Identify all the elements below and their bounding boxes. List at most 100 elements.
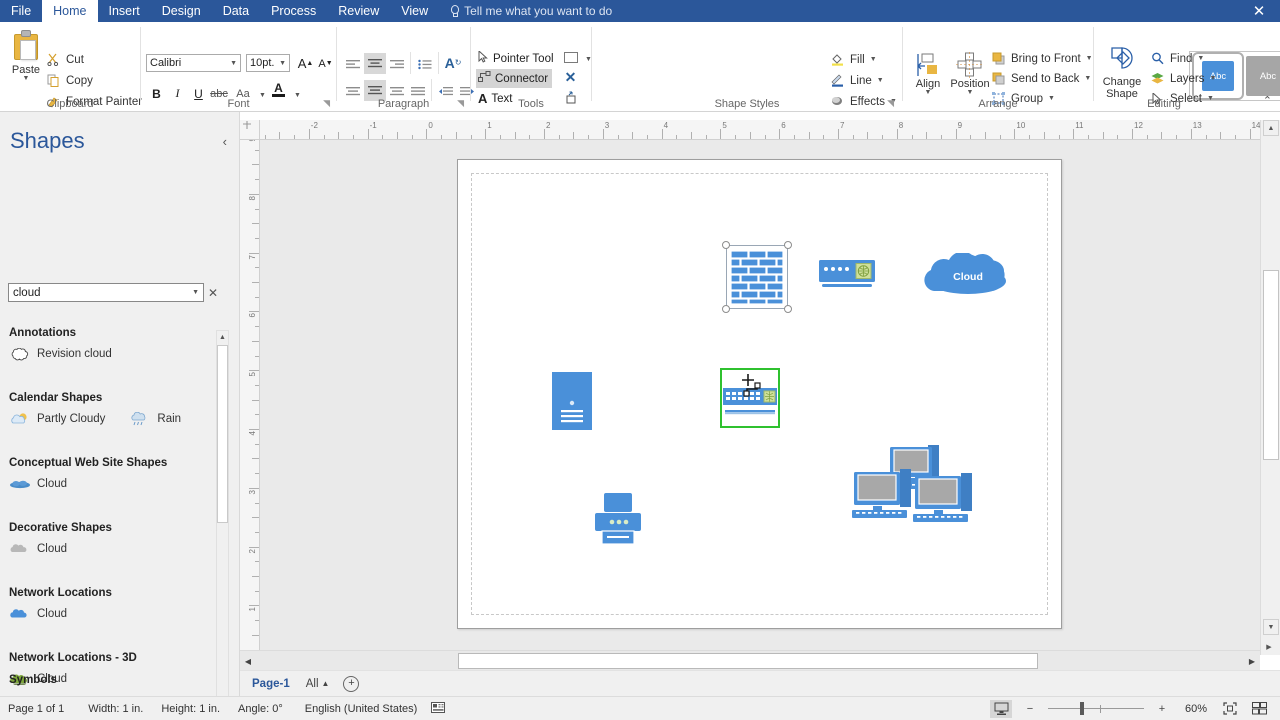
collapse-ribbon-button[interactable]: ⌃ — [1263, 94, 1272, 107]
chevron-down-icon[interactable]: ▼ — [949, 89, 991, 96]
printer-shape[interactable] — [593, 493, 643, 547]
stencil-item-partly-cloudy[interactable]: Partly Cloudy — [9, 412, 105, 426]
tab-home[interactable]: Home — [42, 0, 98, 22]
ruler-origin-corner[interactable] — [240, 120, 260, 140]
align-left-button[interactable] — [343, 55, 363, 74]
selection-handle-sw[interactable] — [722, 305, 730, 313]
vertical-scrollbar-thumb[interactable] — [1263, 270, 1279, 460]
pointer-dropdown-button[interactable] — [561, 48, 580, 67]
canvas-horizontal-scrollbar[interactable]: ◀ ▶ — [240, 650, 1260, 670]
paragraph-dialog-launcher[interactable]: ◥ — [457, 98, 464, 109]
presentation-mode-button[interactable] — [1248, 700, 1270, 718]
stencil-item-cloud-network[interactable]: Cloud — [9, 607, 67, 621]
font-family-input[interactable]: Calibri ▼ — [146, 54, 241, 72]
chevron-down-icon[interactable]: ▼ — [230, 60, 237, 67]
canvas-vertical-scrollbar[interactable]: ▲ ▼ ▶ — [1260, 120, 1280, 655]
align-button[interactable]: Align ▼ — [907, 48, 949, 96]
connector-tool-button[interactable]: Connector — [476, 69, 553, 88]
stencil-item-cloud-decorative[interactable]: Cloud — [9, 542, 67, 556]
scrollbar-thumb[interactable] — [217, 345, 228, 523]
layers-button[interactable]: Layers ▼ — [1150, 69, 1216, 88]
chevron-down-icon[interactable]: ▼ — [870, 56, 877, 63]
paste-button[interactable]: Paste ▼ — [6, 28, 46, 96]
grow-font-button[interactable]: A ▲ — [296, 54, 315, 73]
shapes-panel-scrollbar[interactable]: ▲ ▼ — [216, 330, 229, 720]
chevron-down-icon[interactable]: ▼ — [279, 60, 286, 67]
zoom-slider[interactable] — [1048, 701, 1144, 717]
horizontal-scrollbar-thumb[interactable] — [458, 653, 1038, 669]
chevron-down-icon[interactable]: ▼ — [1084, 75, 1091, 82]
fill-button[interactable]: Fill ▼ — [830, 50, 877, 69]
horizontal-ruler[interactable]: -3-2-101234567891011121314 — [260, 120, 1260, 140]
tell-me-box[interactable]: Tell me what you want to do — [439, 0, 622, 22]
chevron-down-icon[interactable]: ▼ — [877, 77, 884, 84]
zoom-out-button[interactable]: − — [1019, 700, 1041, 718]
zoom-percent-label[interactable]: 60% — [1180, 703, 1212, 715]
tab-view[interactable]: View — [390, 0, 439, 22]
tab-file[interactable]: File — [0, 0, 42, 22]
stencil-item-revision-cloud[interactable]: Revision cloud — [9, 347, 112, 361]
bring-to-front-button[interactable]: Bring to Front ▼ — [991, 49, 1093, 68]
font-size-input[interactable]: 10pt. ▼ — [246, 54, 290, 72]
pan-right-icon[interactable]: ▶ — [1261, 639, 1277, 655]
stencil-item-rain[interactable]: Rain — [129, 412, 181, 426]
pointer-tool-button[interactable]: Pointer Tool — [476, 49, 558, 68]
scroll-left-icon[interactable]: ◀ — [240, 653, 256, 669]
close-icon[interactable]: ✕ — [1238, 0, 1280, 22]
zoom-in-button[interactable]: + — [1151, 700, 1173, 718]
send-to-back-button[interactable]: Send to Back ▼ — [991, 69, 1091, 88]
macro-recorder-icon[interactable] — [431, 701, 446, 717]
shape-search-input[interactable]: cloud ▼ — [8, 283, 204, 302]
chevron-down-icon[interactable]: ▼ — [192, 289, 199, 296]
scroll-up-icon[interactable]: ▲ — [1263, 120, 1279, 136]
chevron-down-icon[interactable]: ▼ — [907, 89, 949, 96]
tab-design[interactable]: Design — [151, 0, 212, 22]
find-button[interactable]: Find ▼ — [1150, 49, 1204, 68]
clear-search-icon[interactable]: ✕ — [208, 286, 218, 300]
cloud-shape[interactable]: Cloud — [918, 251, 1018, 297]
font-color-button[interactable]: A — [269, 80, 288, 99]
scroll-down-icon[interactable]: ▼ — [1263, 619, 1279, 635]
shape-styles-dialog-launcher[interactable]: ◥ — [887, 98, 894, 109]
chevron-down-icon[interactable]: ▼ — [1197, 55, 1204, 62]
selection-handle-ne[interactable] — [784, 241, 792, 249]
collapse-panel-icon[interactable]: ‹ — [223, 134, 227, 149]
drawing-page[interactable]: Cloud — [457, 159, 1062, 629]
tab-review[interactable]: Review — [327, 0, 390, 22]
shape-style-thumb-2[interactable]: Abc — [1246, 56, 1280, 96]
tab-insert[interactable]: Insert — [98, 0, 151, 22]
selection-handle-se[interactable] — [784, 305, 792, 313]
all-pages-button[interactable]: All ▲ — [302, 678, 334, 690]
tab-data[interactable]: Data — [212, 0, 260, 22]
scroll-right-icon[interactable]: ▶ — [1244, 653, 1260, 669]
position-button[interactable]: Position ▼ — [949, 48, 991, 96]
pc-group-shape[interactable] — [852, 445, 978, 527]
chevron-down-icon[interactable]: ▼ — [1086, 55, 1093, 62]
copy-button[interactable]: Copy — [46, 71, 93, 90]
bullets-button[interactable] — [415, 55, 435, 74]
font-dialog-launcher[interactable]: ◥ — [323, 98, 330, 109]
zoom-slider-knob[interactable] — [1080, 702, 1084, 715]
router-shape[interactable] — [819, 260, 875, 292]
stencil-item-cloud-web[interactable]: Cloud — [9, 477, 67, 491]
fit-page-view-button[interactable] — [990, 699, 1012, 718]
switch-shape[interactable] — [723, 388, 777, 420]
scroll-up-icon[interactable]: ▲ — [217, 331, 228, 344]
line-button[interactable]: Line ▼ — [830, 71, 884, 90]
cut-button[interactable]: Cut — [46, 50, 84, 69]
change-shape-button[interactable]: Change Shape — [1096, 46, 1148, 100]
fit-to-window-button[interactable] — [1219, 700, 1241, 718]
align-right-button[interactable] — [387, 55, 407, 74]
selection-handle-nw[interactable] — [722, 241, 730, 249]
tab-process[interactable]: Process — [260, 0, 327, 22]
vertical-ruler[interactable]: 9876543210 — [240, 140, 260, 655]
text-direction-button[interactable]: A ↻ — [443, 53, 463, 72]
page-tab-page-1[interactable]: Page-1 — [240, 671, 302, 697]
chevron-down-icon[interactable]: ▼ — [23, 75, 30, 82]
shrink-font-button[interactable]: A ▼ — [316, 54, 335, 73]
add-page-button[interactable]: + — [343, 675, 360, 692]
server-shape[interactable] — [552, 372, 592, 430]
close-x-icon[interactable]: ✕ — [561, 68, 580, 87]
chevron-down-icon[interactable]: ▼ — [1210, 75, 1217, 82]
align-center-button[interactable] — [364, 53, 386, 74]
